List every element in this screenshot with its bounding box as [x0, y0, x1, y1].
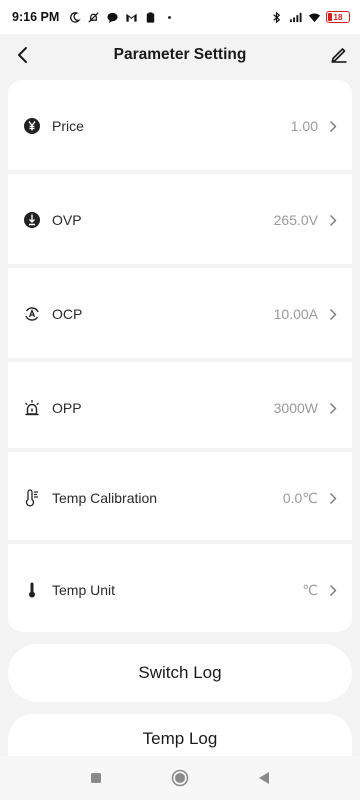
setting-value: 10.00A	[273, 306, 318, 322]
setting-row-ovp[interactable]: OVP 265.0V	[8, 174, 352, 266]
settings-list: Price 1.00 OVP 265.0V OCP 10.00A OPP 300	[8, 80, 352, 632]
chevron-right-icon	[328, 307, 338, 321]
setting-value: 0.0℃	[282, 489, 318, 506]
setting-row-ocp[interactable]: OCP 10.00A	[8, 268, 352, 360]
chevron-right-icon	[328, 119, 338, 133]
back-icon	[259, 772, 269, 784]
setting-label: OVP	[52, 212, 82, 228]
pencil-icon	[331, 48, 347, 63]
wifi-icon	[307, 10, 321, 24]
setting-label: OCP	[52, 306, 83, 322]
bluetooth-icon	[269, 10, 283, 24]
thermometer-calibration-icon	[22, 488, 42, 508]
home-icon	[171, 769, 189, 787]
setting-label: Temp Unit	[52, 582, 116, 598]
status-bar: 9:16 PM 18	[0, 0, 360, 34]
back-button[interactable]	[10, 42, 34, 68]
setting-row-price[interactable]: Price 1.00	[8, 80, 352, 172]
setting-value: 265.0V	[273, 212, 318, 228]
chevron-left-icon	[18, 47, 27, 63]
battery-level: 18	[333, 12, 343, 22]
setting-row-temp-unit[interactable]: Temp Unit ℃	[8, 544, 352, 632]
chevron-right-icon	[328, 491, 338, 505]
setting-label: Temp Calibration	[52, 490, 158, 506]
recent-apps-icon	[91, 773, 101, 783]
app-header: Parameter Setting	[0, 34, 360, 76]
setting-row-temp-calibration[interactable]: Temp Calibration 0.0℃	[8, 452, 352, 544]
status-time: 9:16 PM	[12, 10, 60, 24]
status-right: 18	[269, 10, 350, 24]
setting-value: 3000W	[273, 400, 318, 416]
voltage-icon	[22, 210, 42, 230]
alarm-icon	[22, 398, 42, 418]
yen-icon	[22, 116, 42, 136]
current-icon	[22, 304, 42, 324]
gmail-icon	[124, 10, 138, 24]
page-title: Parameter Setting	[113, 46, 247, 63]
setting-row-opp[interactable]: OPP 3000W	[8, 362, 352, 454]
setting-value: ℃	[302, 581, 318, 598]
home-button[interactable]	[169, 767, 191, 789]
system-nav-bar	[0, 756, 360, 800]
clipboard-icon	[143, 10, 157, 24]
back-nav-button[interactable]	[253, 767, 275, 789]
notifications-off-icon	[86, 10, 100, 24]
chevron-right-icon	[328, 213, 338, 227]
status-left: 9:16 PM	[12, 10, 176, 24]
chevron-right-icon	[328, 401, 338, 415]
setting-value: 1.00	[290, 118, 318, 134]
moon-icon	[67, 10, 81, 24]
battery-icon: 18	[326, 11, 350, 23]
chevron-right-icon	[328, 583, 338, 597]
setting-label: Price	[52, 118, 84, 134]
chat-icon	[105, 10, 119, 24]
setting-label: OPP	[52, 400, 82, 416]
edit-button[interactable]	[326, 41, 352, 67]
thermometer-icon	[22, 580, 42, 600]
recent-apps-button[interactable]	[85, 767, 107, 789]
switch-log-button[interactable]: Switch Log	[8, 644, 352, 702]
signal-icon	[288, 10, 302, 24]
more-dots-icon	[162, 10, 176, 24]
